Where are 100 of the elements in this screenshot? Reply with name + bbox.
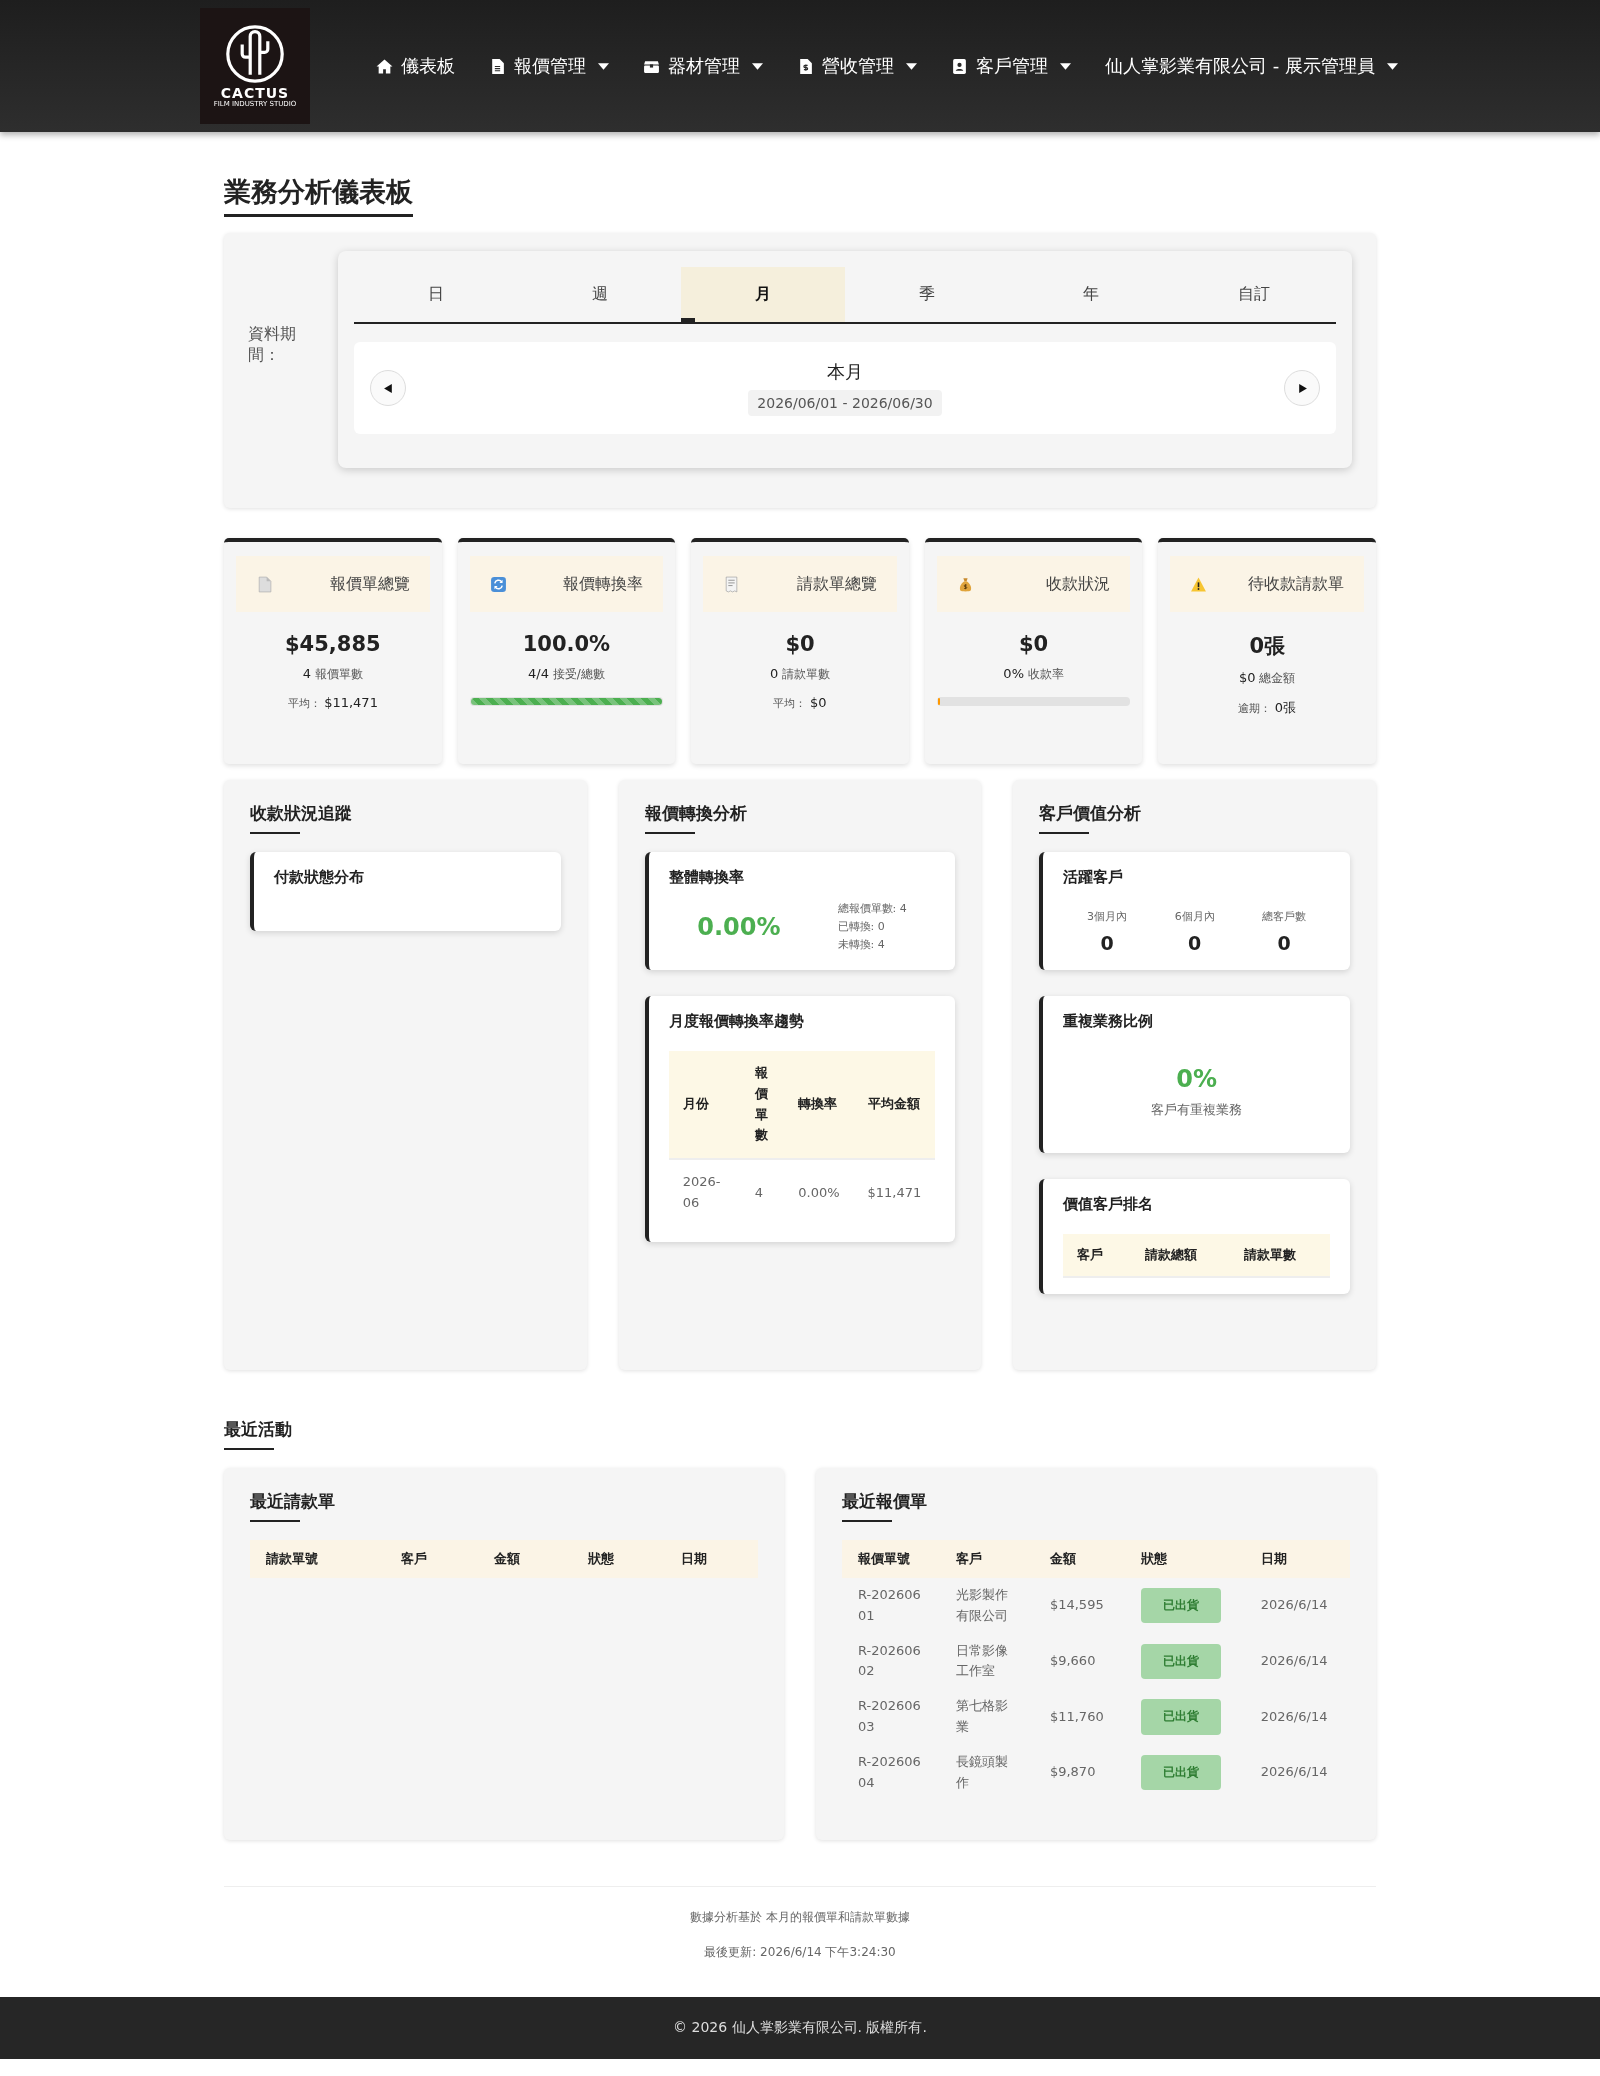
table-cell: R-20260601	[842, 1578, 941, 1634]
summary-detail: 4 報價單數	[302, 666, 363, 683]
summary-extra: 平均： $0	[773, 695, 827, 711]
user-menu[interactable]: 仙人掌影業有限公司 - 展示管理員	[1105, 54, 1398, 78]
table-cell: $14,595	[1033, 1578, 1126, 1634]
panel-title: 最近請款單	[250, 1490, 335, 1522]
copyright: © 2026 仙人掌影業有限公司. 版權所有.	[673, 2019, 927, 2037]
nav-link[interactable]: 儀表板	[376, 54, 455, 78]
previous-icon	[382, 382, 394, 394]
nav-link[interactable]: 報價管理	[489, 54, 609, 78]
panel-title: 最近報價單	[842, 1490, 927, 1522]
panel-title: 報價轉換分析	[644, 802, 747, 834]
ratio-caption: 客戶有重複業務	[1151, 1101, 1243, 1119]
column-header: 請款單號	[250, 1540, 386, 1578]
column-header: 報價單號	[842, 1540, 941, 1578]
stat-label: 3個月內	[1087, 909, 1128, 924]
summary-extra: 逾期： 0張	[1238, 699, 1297, 717]
logo-title: CACTUS	[220, 86, 290, 101]
period-name: 本月	[827, 360, 863, 384]
next-icon	[1296, 382, 1308, 394]
summary-value: 100.0%	[522, 632, 611, 656]
column-header: 報價單數	[740, 1051, 785, 1160]
table-cell-text: 2026/6/14	[1259, 1763, 1329, 1782]
table-cell: 2026/6/14	[1244, 1578, 1350, 1634]
table-cell-text: 長鏡頭製作	[955, 1752, 1010, 1792]
stat-label: 總客戶數	[1262, 909, 1307, 924]
column-header: 月份	[668, 1051, 741, 1160]
page-title: 業務分析儀表板	[224, 174, 413, 217]
period-tab[interactable]: 自訂	[1172, 267, 1337, 322]
column-header: 金額	[1033, 1540, 1126, 1578]
period-tab[interactable]: 週	[517, 267, 682, 322]
home-icon	[376, 57, 393, 75]
next-button[interactable]	[1284, 370, 1320, 406]
table-cell: 2026-06	[668, 1159, 741, 1226]
status-badge: 已出貨	[1141, 1699, 1222, 1735]
card-title: 付款狀態分布	[274, 868, 365, 887]
table-cell-text: 第七格影業	[955, 1697, 1010, 1736]
stat-label: 6個月內	[1174, 909, 1215, 924]
table-cell-text: R-20260604	[857, 1752, 922, 1792]
table-cell: 0.00%	[784, 1159, 854, 1226]
summary-value: 0張	[1249, 633, 1285, 660]
card-title: 待收款請款單	[1247, 573, 1344, 595]
stat-value: 0	[1277, 932, 1291, 954]
card-title: 報價單總覽	[328, 573, 410, 595]
column-header: 請款單數	[1230, 1234, 1330, 1277]
column-header: 平均金額	[853, 1051, 936, 1160]
ratio-value: 0%	[1176, 1065, 1218, 1093]
column-header: 狀態	[1125, 1540, 1245, 1578]
table-cell-text: $11,760	[1048, 1707, 1105, 1726]
card-title: 收款狀況	[1045, 573, 1111, 595]
summary-value: $45,885	[284, 632, 381, 656]
status-badge: 已出貨	[1141, 1643, 1222, 1679]
card-title: 請款單總覽	[795, 573, 877, 595]
summary-value: $0	[785, 632, 815, 656]
warning-icon	[1190, 575, 1208, 593]
card-title: 報價轉換率	[562, 573, 644, 595]
card-title: 重複業務比例	[1063, 1012, 1155, 1031]
nav-link[interactable]: 器材管理	[643, 54, 763, 78]
panel-title: 客戶價值分析	[1039, 802, 1142, 834]
column-header: 日期	[1244, 1540, 1350, 1578]
card-title: 活躍客戶	[1063, 868, 1125, 887]
table-cell-text: $9,660	[1048, 1652, 1097, 1670]
previous-button[interactable]	[370, 370, 406, 406]
summary-detail: 4/4 接受/總數	[528, 666, 605, 683]
period-tab[interactable]: 日	[354, 267, 518, 322]
analysis-note: 數據分析基於 本月的報價單和請款單數據	[690, 1909, 910, 1926]
rate-value: 0.00%	[697, 912, 781, 941]
period-tab[interactable]: 季	[845, 267, 1009, 322]
rate-detail: 已轉換: 0	[837, 919, 886, 934]
stat-value: 0	[1100, 932, 1114, 954]
summary-detail: $0 總金額	[1239, 670, 1296, 687]
column-header: 客戶	[385, 1540, 479, 1578]
table-cell-text: 日常影像工作室	[955, 1641, 1010, 1681]
table-cell: 4	[740, 1159, 785, 1226]
panel-title: 收款狀況追蹤	[250, 802, 352, 834]
stat-value: 0	[1188, 932, 1202, 954]
summary-detail: 0% 收款率	[1003, 666, 1064, 683]
table-cell-text: R-20260603	[857, 1697, 922, 1736]
summary-extra: 平均： $11,471	[287, 695, 378, 711]
invoice-icon	[797, 57, 814, 75]
document-icon	[256, 575, 273, 593]
column-header: 客戶	[940, 1540, 1034, 1578]
nav-link[interactable]: 營收管理	[797, 54, 917, 78]
summary-value: $0	[1018, 632, 1049, 656]
table-cell-text: R-20260602	[857, 1641, 922, 1681]
table-cell-text: 2026/6/14	[1259, 1652, 1329, 1670]
contact-icon	[951, 57, 968, 75]
date-range: 2026/06/01 - 2026/06/30	[748, 390, 942, 416]
section-title: 最近活動	[224, 1418, 292, 1450]
table-cell-text: 2026/6/14	[1259, 1707, 1329, 1726]
nav-link[interactable]: 客戶管理	[951, 54, 1071, 78]
status-badge: 已出貨	[1141, 1588, 1222, 1624]
period-tab[interactable]: 年	[1008, 267, 1173, 322]
summary-detail: 0 請款單數	[769, 666, 831, 683]
last-updated: 最後更新: 2026/6/14 下午3:24:30	[704, 1944, 896, 1961]
table-cell-text: $9,870	[1048, 1763, 1097, 1782]
period-tab[interactable]: 月	[681, 267, 845, 322]
table-cell: $11,471	[853, 1159, 936, 1226]
column-header: 客戶	[1063, 1234, 1131, 1277]
table-cell: 光影製作有限公司	[940, 1578, 1034, 1634]
